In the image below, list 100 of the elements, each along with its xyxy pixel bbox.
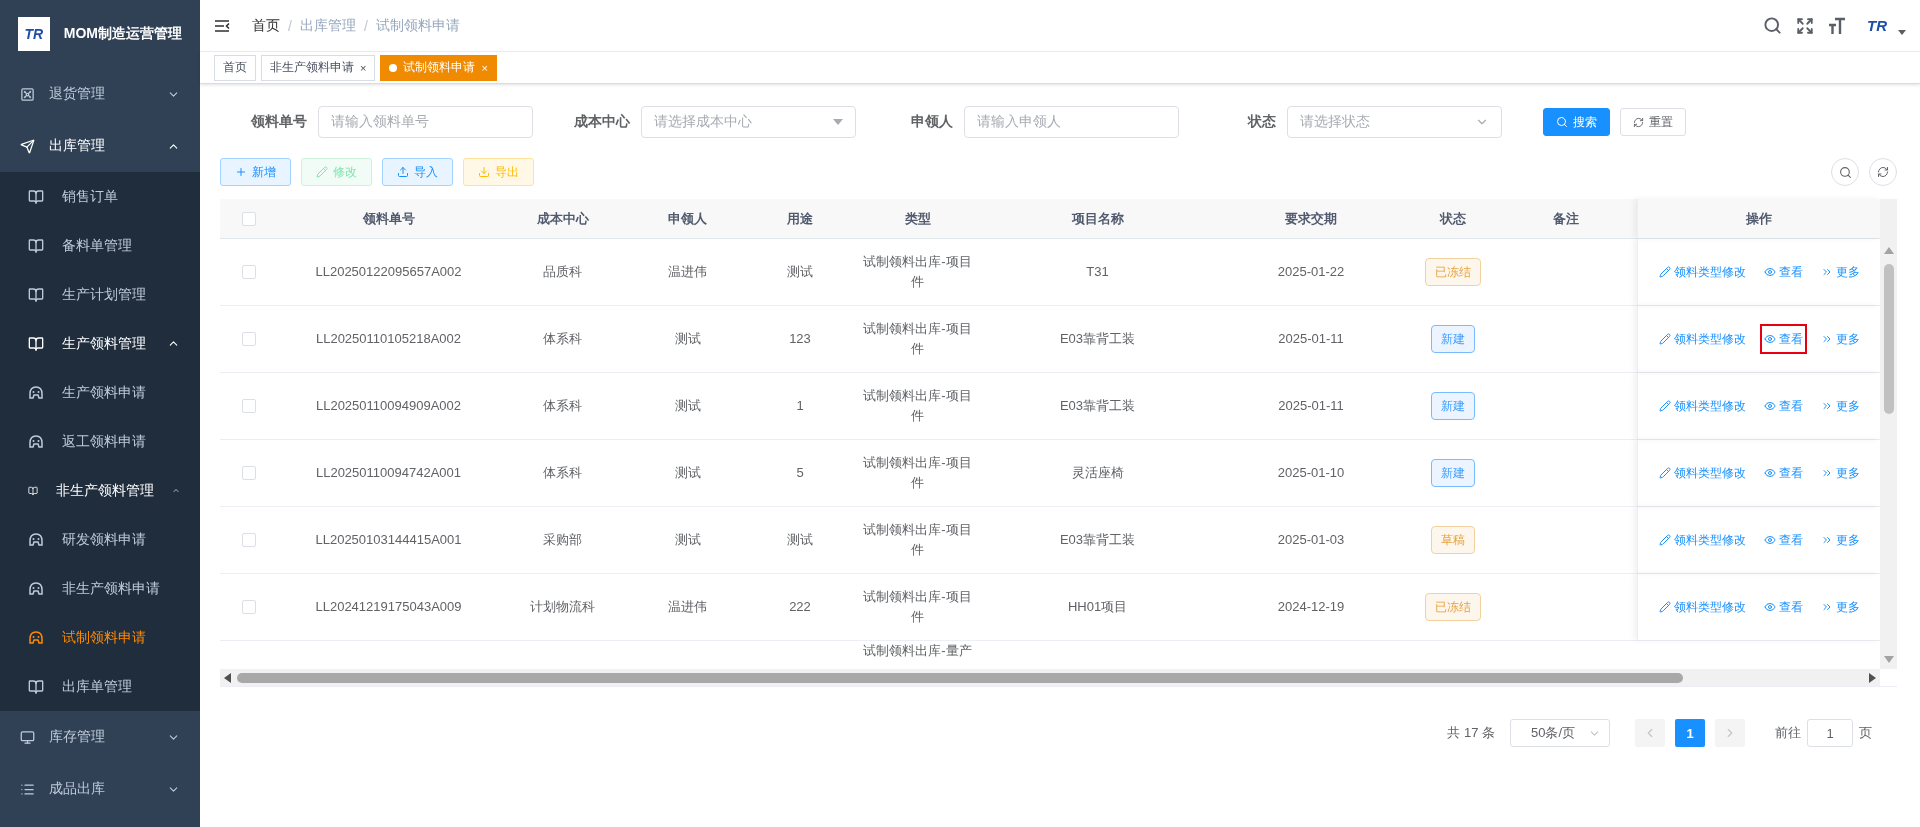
table-cell-text: 体系科 xyxy=(542,330,583,348)
menu-group[interactable]: 退货管理 xyxy=(0,68,200,120)
table-cell-text: 2025-01-11 xyxy=(1277,397,1345,415)
view-link[interactable]: 查看 xyxy=(1759,257,1807,287)
reset-button[interactable]: 重置 xyxy=(1620,108,1686,136)
page-input[interactable]: 1 xyxy=(1807,719,1853,747)
page-tab[interactable]: 非生产领料申请 × xyxy=(261,54,376,81)
table-cell-text: T31 xyxy=(1085,263,1110,281)
table-cell-text: 体系科 xyxy=(542,397,583,415)
import-button[interactable]: 导入 xyxy=(382,158,453,186)
view-link[interactable]: 查看 xyxy=(1759,592,1807,622)
menu-item[interactable]: 非生产领料申请 xyxy=(0,564,200,613)
page-suffix: 页 xyxy=(1859,724,1872,742)
table-cell-text: 测试 xyxy=(673,397,702,415)
table-cell-text: 222 xyxy=(788,598,812,616)
table-cell-text: 温进伟 xyxy=(667,598,708,616)
page-number[interactable]: 1 xyxy=(1675,719,1705,747)
more-link[interactable]: 更多 xyxy=(1816,592,1864,622)
table-cell-text: 灵活座椅 xyxy=(1070,464,1125,482)
menu-item[interactable]: 试制领料申请 xyxy=(0,613,200,662)
table-cell-text: 温进伟 xyxy=(667,263,708,281)
select-field[interactable]: 请选择状态 xyxy=(1287,106,1502,138)
input-field[interactable]: 请输入申领人 xyxy=(964,106,1179,138)
table-cell-text: LL20250110094909A002 xyxy=(314,397,463,415)
page-tab[interactable]: 试制领料申请 × xyxy=(380,54,497,81)
table-cell-text: LL20241219175043A009 xyxy=(314,598,463,616)
goto-label: 前往 xyxy=(1775,724,1801,742)
more-link[interactable]: 更多 xyxy=(1816,324,1864,354)
table-cell-text: 试制领料出库-项目件 xyxy=(862,521,973,559)
table-cell-text: 品质科 xyxy=(542,263,583,281)
breadcrumb-item: 试制领料申请 xyxy=(375,16,460,35)
table-cell-text: 试制领料出库-量产 xyxy=(862,642,973,660)
table-cell-text: 试制领料出库-项目件 xyxy=(862,253,973,291)
filter-label: 成本中心 xyxy=(573,113,630,131)
menu-item[interactable]: 生产计划管理 xyxy=(0,270,200,319)
edit-link[interactable]: 领料类型修改 xyxy=(1654,592,1750,622)
table-cell-text: 测试 xyxy=(673,330,702,348)
column-header: 备注 xyxy=(1551,209,1580,228)
input-field[interactable]: 请输入领料单号 xyxy=(318,106,533,138)
breadcrumb-separator: / xyxy=(363,17,368,34)
table-cell-text: 测试 xyxy=(786,263,814,281)
add-button[interactable]: 新增 xyxy=(220,158,291,186)
user-avatar[interactable]: TR xyxy=(1860,13,1894,38)
status-tag: 新建 xyxy=(1431,392,1475,420)
edit-link[interactable]: 领料类型修改 xyxy=(1654,458,1750,488)
edit-link[interactable]: 领料类型修改 xyxy=(1654,391,1750,421)
tab-close[interactable]: × xyxy=(360,61,367,74)
table-cell-text: 试制领料出库-项目件 xyxy=(862,320,973,358)
page-tab[interactable]: 首页 xyxy=(214,54,256,81)
table-cell-text: E03靠背工装 xyxy=(1058,330,1137,348)
more-link[interactable]: 更多 xyxy=(1816,458,1864,488)
total-count: 共 17 条 xyxy=(1447,724,1495,742)
page-size-select[interactable]: 50条/页 xyxy=(1510,719,1610,747)
table-cell-text: HH01项目 xyxy=(1066,598,1129,616)
menu-item[interactable]: 返工领料申请 xyxy=(0,417,200,466)
search-button[interactable]: 搜索 xyxy=(1543,108,1610,136)
edit-link[interactable]: 领料类型修改 xyxy=(1654,324,1750,354)
table-cell-text: E03靠背工装 xyxy=(1058,397,1137,415)
filter-label: 领料单号 xyxy=(250,113,307,131)
edit-link[interactable]: 领料类型修改 xyxy=(1654,525,1750,555)
breadcrumb-item[interactable]: 出库管理 xyxy=(299,16,356,35)
edit-link[interactable]: 领料类型修改 xyxy=(1654,257,1750,287)
status-tag: 新建 xyxy=(1431,325,1475,353)
select-field[interactable]: 请选择成本中心 xyxy=(641,106,856,138)
menu-group[interactable]: 出库管理 xyxy=(0,120,200,172)
table-cell-text: 测试 xyxy=(673,464,702,482)
menu-group[interactable]: 非生产领料管理 xyxy=(0,466,200,515)
tab-label: 试制领料申请 xyxy=(403,59,476,76)
menu-item[interactable]: 备料单管理 xyxy=(0,221,200,270)
table-cell-text: E03靠背工装 xyxy=(1058,531,1137,549)
table-cell-text: 2025-01-03 xyxy=(1276,531,1346,549)
view-link[interactable]: 查看 xyxy=(1759,391,1807,421)
menu-group[interactable]: 成品出库 xyxy=(0,763,200,815)
breadcrumb-separator: / xyxy=(288,17,292,34)
column-header: 用途 xyxy=(786,209,814,228)
menu-group[interactable]: 库存管理 xyxy=(0,711,200,763)
table-cell-text: 试制领料出库-项目件 xyxy=(862,387,973,425)
status-tag: 已冻结 xyxy=(1425,593,1481,621)
status-tag: 草稿 xyxy=(1431,526,1475,554)
menu-group[interactable]: 生产领料管理 xyxy=(0,319,200,368)
status-tag: 已冻结 xyxy=(1425,258,1481,286)
view-link[interactable]: 查看 xyxy=(1759,458,1807,488)
more-link[interactable]: 更多 xyxy=(1816,257,1864,287)
table-cell-text: LL20250110094742A001 xyxy=(314,464,463,482)
more-link[interactable]: 更多 xyxy=(1816,525,1864,555)
tab-close[interactable]: × xyxy=(481,61,488,74)
column-header: 类型 xyxy=(903,209,932,228)
menu-item[interactable]: 研发领料申请 xyxy=(0,515,200,564)
breadcrumb-item[interactable]: 首页 xyxy=(252,16,280,35)
menu-item[interactable]: 生产领料申请 xyxy=(0,368,200,417)
table-cell-text: 2025-01-22 xyxy=(1276,263,1346,281)
table-cell-text: 试制领料出库-项目件 xyxy=(862,588,973,626)
menu-item[interactable]: 出库单管理 xyxy=(0,662,200,711)
view-link[interactable]: 查看 xyxy=(1759,525,1807,555)
more-link[interactable]: 更多 xyxy=(1816,391,1864,421)
table-cell-text: 测试 xyxy=(673,531,702,549)
view-link[interactable]: 查看 xyxy=(1759,324,1807,354)
menu-item[interactable]: 销售订单 xyxy=(0,172,200,221)
tab-label: 首页 xyxy=(223,59,247,76)
table-cell-text: 采购部 xyxy=(542,531,583,549)
